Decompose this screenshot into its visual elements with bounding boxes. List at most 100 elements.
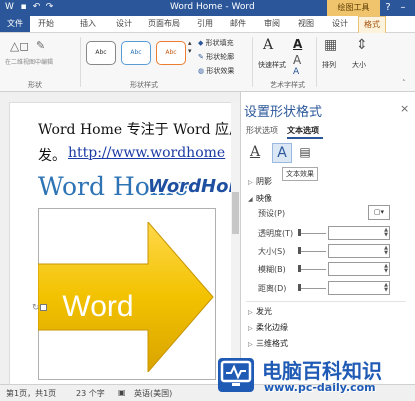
tab-mailings[interactable]: 邮件	[230, 18, 246, 29]
proofing-icon[interactable]: ▣	[118, 388, 126, 397]
redo-icon[interactable]: ↷	[44, 2, 55, 13]
monitor-logo-icon	[218, 358, 254, 392]
size-icon[interactable]: ⇕	[356, 37, 368, 53]
preset-label: 预设(P)	[258, 209, 286, 218]
tab-review[interactable]: 审阅	[264, 18, 280, 29]
title-bar: W ▪ ↶ ↷ Word Home - Word 绘图工具 ? –	[0, 0, 415, 16]
tab-shape-options[interactable]: 形状选项	[246, 125, 278, 136]
transparency-spinner[interactable]: ▲ ▼	[328, 226, 390, 240]
shapes-icon[interactable]: △◻	[10, 39, 29, 53]
collapse-ribbon-icon[interactable]: ˄	[402, 79, 406, 87]
tab-drawing-design[interactable]: 设计	[332, 18, 348, 29]
section-shadow[interactable]: ▷ 阴影	[248, 176, 272, 187]
vertical-ruler[interactable]	[0, 102, 10, 384]
shape-style-2[interactable]: Abc	[121, 41, 151, 65]
close-icon[interactable]: ×	[400, 102, 409, 115]
tab-insert[interactable]: 插入	[80, 18, 96, 29]
arrange-icon[interactable]: ▦	[324, 37, 337, 53]
tab-references[interactable]: 引用	[197, 18, 213, 29]
pen-icon: ✎	[198, 53, 204, 61]
arrow-shape[interactable]: Word	[38, 222, 216, 372]
collapsed-caret-icon: ▷	[248, 341, 253, 348]
section-soft-edges[interactable]: ▷ 柔化边缘	[248, 322, 288, 333]
styles-gallery-more-icon[interactable]: ▴ ▾	[188, 39, 192, 55]
shape-fill-button[interactable]: ◆ 形状填充	[198, 38, 234, 48]
transparency-slider[interactable]	[298, 233, 326, 234]
transparency-label: 透明度(T)	[258, 229, 294, 238]
save-icon[interactable]: ▪	[18, 2, 29, 13]
paint-bucket-icon: ◆	[198, 39, 204, 47]
group-shapes-label: 形状	[28, 81, 42, 89]
resize-handle[interactable]	[40, 304, 47, 311]
size-slider-knob[interactable]	[298, 247, 301, 254]
group-wordart-label: 艺术字样式	[270, 81, 305, 89]
text-layout-icon[interactable]: ▤	[296, 143, 314, 161]
tab-home[interactable]: 开始	[38, 18, 54, 29]
text-effects-icon[interactable]: A	[272, 143, 292, 163]
page-count[interactable]: 第1页，共1页	[6, 388, 56, 399]
distance-slider[interactable]	[298, 288, 326, 289]
tab-design[interactable]: 设计	[116, 18, 132, 29]
undo-icon[interactable]: ↶	[31, 2, 42, 13]
horizontal-ruler[interactable]	[0, 92, 240, 103]
preset-dropdown[interactable]: ▢▾	[368, 205, 390, 220]
arrange-button[interactable]: 排列	[322, 60, 336, 70]
distance-slider-knob[interactable]	[298, 284, 301, 291]
section-reflection[interactable]: ◢ 映像	[248, 193, 272, 204]
size-spinner[interactable]: ▲ ▼	[328, 244, 390, 258]
blur-slider-knob[interactable]	[298, 265, 301, 272]
text-effects-icon[interactable]: A	[293, 67, 299, 77]
distance-spinner[interactable]: ▲ ▼	[328, 281, 390, 295]
section-3d-format[interactable]: ▷ 三维格式	[248, 338, 288, 349]
active-tab-underline	[287, 137, 323, 139]
shape-fill-label: 形状填充	[205, 39, 234, 47]
section-label: 阴影	[256, 177, 272, 186]
collapsed-caret-icon: ▷	[248, 325, 253, 332]
spin-down-icon[interactable]: ▼	[384, 251, 388, 256]
quick-styles-button[interactable]: 快速样式	[258, 60, 286, 70]
spin-down-icon[interactable]: ▼	[384, 233, 388, 238]
size-slider[interactable]	[298, 251, 326, 252]
size-label: 大小(S)	[258, 247, 286, 256]
text-outline-icon[interactable]: A	[293, 53, 301, 67]
spin-down-icon[interactable]: ▼	[384, 269, 388, 274]
scrollbar-thumb[interactable]	[232, 192, 239, 234]
rotate-handle-icon[interactable]: ↻	[32, 303, 40, 313]
body-text-line[interactable]: Word Home 专注于 Word 应用	[38, 119, 243, 139]
shape-outline-button[interactable]: ✎ 形状轮廓	[198, 52, 234, 62]
help-button[interactable]: ?	[382, 1, 394, 14]
text-fill-icon[interactable]: A	[293, 37, 302, 51]
text-fill-outline-icon[interactable]: A	[246, 143, 264, 161]
tab-file[interactable]: 文件	[0, 16, 30, 32]
blur-spinner[interactable]: ▲ ▼	[328, 262, 390, 276]
tab-page-layout[interactable]: 页面布局	[148, 18, 180, 29]
shape-style-1[interactable]: Abc	[86, 41, 116, 65]
shape-outline-label: 形状轮廓	[206, 53, 235, 61]
quick-styles-icon[interactable]: A	[263, 37, 273, 53]
shape-edit-icon[interactable]: ✎	[36, 39, 45, 52]
word-count[interactable]: 23 个字	[76, 388, 105, 399]
shape-style-3[interactable]: Abc	[156, 41, 186, 65]
blur-slider[interactable]	[298, 269, 326, 270]
transparency-slider-knob[interactable]	[298, 229, 301, 236]
edit-in-2d-button[interactable]: 在二维视图中编辑	[5, 57, 53, 66]
logo-url: www.pc-daily.com	[264, 381, 376, 394]
size-button[interactable]: 大小	[352, 60, 366, 70]
context-tab-group: 绘图工具	[327, 0, 380, 16]
section-glow[interactable]: ▷ 发光	[248, 306, 272, 317]
hyperlink[interactable]: http://www.wordhome	[68, 145, 225, 161]
minimize-icon[interactable]: –	[397, 1, 409, 14]
tab-format[interactable]: 格式	[358, 16, 386, 33]
body-text-prefix[interactable]: 发。	[38, 145, 66, 165]
group-divider	[316, 37, 317, 87]
tab-view[interactable]: 视图	[298, 18, 314, 29]
shape-effects-button[interactable]: ◍ 形状效果	[198, 66, 234, 76]
site-logo: 电脑百科知识 www.pc-daily.com	[218, 354, 415, 400]
arrow-shape-text: Word	[62, 290, 133, 323]
ribbon-tabs: 文件 开始 插入 设计 页面布局 引用 邮件 审阅 视图 设计 格式	[0, 16, 415, 33]
spin-down-icon[interactable]: ▼	[384, 288, 388, 293]
language-indicator[interactable]: 英语(美国)	[134, 388, 172, 399]
vertical-scrollbar[interactable]	[231, 102, 240, 384]
tab-text-options[interactable]: 文本选项	[287, 125, 319, 136]
section-label: 柔化边缘	[256, 323, 288, 332]
